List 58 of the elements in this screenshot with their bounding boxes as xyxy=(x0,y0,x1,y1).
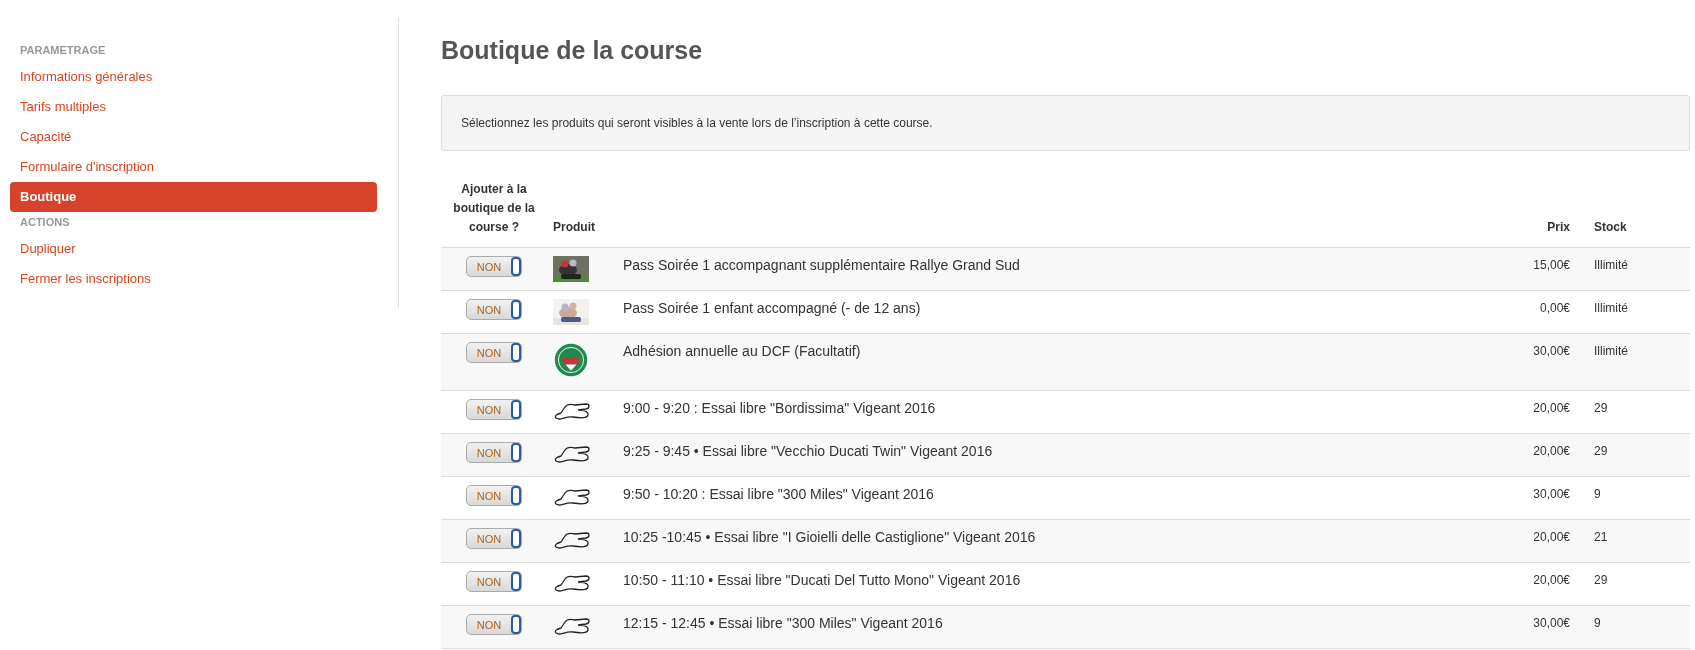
stock: 29 xyxy=(1594,444,1608,458)
race-track-icon xyxy=(553,401,591,421)
product-name: Pass Soirée 1 accompagnant supplémentaire Rallye Grand Sud xyxy=(623,257,1020,273)
sidebar-item[interactable]: Formulaire d'inscription xyxy=(10,152,377,182)
product-name: 9:00 - 9:20 : Essai libre "Bordissima" Vigeant 2016 xyxy=(623,400,936,416)
stock: Illimité xyxy=(1594,258,1628,272)
section-heading: PARAMETRAGE xyxy=(19,43,107,58)
stock: Illimité xyxy=(1594,344,1628,358)
toggle-switch[interactable]: NON xyxy=(466,485,522,506)
race-track-icon xyxy=(553,530,591,550)
toggle-switch[interactable]: NON xyxy=(466,342,522,363)
product-name: 10:25 -10:45 • Essai libre "I Gioielli delle Castiglione" Vigeant 2016 xyxy=(623,529,1036,545)
column-header: Produit xyxy=(553,220,595,234)
toggle-switch[interactable]: NON xyxy=(466,614,522,635)
race-track-icon xyxy=(553,573,591,593)
stock: Illimité xyxy=(1594,301,1628,315)
price: 0,00€ xyxy=(1539,301,1570,315)
race-track-icon xyxy=(553,487,591,507)
sidebar-item[interactable]: Capacité xyxy=(10,122,377,152)
sidebar-item[interactable]: Boutique xyxy=(10,182,377,212)
product-name: Pass Soirée 1 enfant accompagné (- de 12 ans) xyxy=(623,300,921,316)
price: 20,00€ xyxy=(1533,444,1570,458)
sidebar-item[interactable]: Fermer les inscriptions xyxy=(10,264,377,294)
column-header: Ajouter à la boutique de la course ? xyxy=(453,182,535,234)
column-header: Stock xyxy=(1594,220,1627,234)
product-name: 9:25 - 9:45 • Essai libre "Vecchio Ducati Twin" Vigeant 2016 xyxy=(623,443,993,459)
race-track-icon xyxy=(553,616,591,636)
stock: 21 xyxy=(1594,530,1608,544)
sidebar-item[interactable]: Dupliquer xyxy=(10,234,377,264)
price: 20,00€ xyxy=(1533,573,1570,587)
price: 15,00€ xyxy=(1533,258,1570,272)
page-title: Boutique de la course xyxy=(441,36,704,65)
race-track-icon xyxy=(553,444,591,464)
price: 20,00€ xyxy=(1533,530,1570,544)
notice-text: Sélectionnez les produits qui seront visibles à la vente lors de l’inscription à cette course. xyxy=(441,95,1690,151)
toggle-switch[interactable]: NON xyxy=(466,256,522,277)
stock: 9 xyxy=(1594,616,1601,630)
stock: 29 xyxy=(1594,573,1608,587)
product-name: 9:50 - 10:20 : Essai libre "300 Miles" Vigeant 2016 xyxy=(623,486,934,502)
section-heading: ACTIONS xyxy=(19,215,71,230)
stock: 29 xyxy=(1594,401,1608,415)
column-header: Prix xyxy=(1547,220,1570,234)
toggle-switch[interactable]: NON xyxy=(466,442,522,463)
club-logo-icon xyxy=(553,342,589,378)
price: 30,00€ xyxy=(1533,616,1570,630)
product-name: 10:50 - 11:10 • Essai libre "Ducati Del Tutto Mono" Vigeant 2016 xyxy=(623,572,1021,588)
sidebar-item[interactable]: Tarifs multiples xyxy=(10,92,377,122)
toggle-switch[interactable]: NON xyxy=(466,399,522,420)
price: 20,00€ xyxy=(1533,401,1570,415)
toggle-switch[interactable]: NON xyxy=(466,571,522,592)
toggle-switch[interactable]: NON xyxy=(466,528,522,549)
toggle-switch[interactable]: NON xyxy=(466,299,522,320)
sidebar-item[interactable]: Informations générales xyxy=(10,62,377,92)
product-name: Adhésion annuelle au DCF (Facultatif) xyxy=(623,343,861,359)
stock: 9 xyxy=(1594,487,1601,501)
price: 30,00€ xyxy=(1533,487,1570,501)
price: 30,00€ xyxy=(1533,344,1570,358)
product-name: 12:15 - 12:45 • Essai libre "300 Miles" Vigeant 2016 xyxy=(623,615,943,631)
